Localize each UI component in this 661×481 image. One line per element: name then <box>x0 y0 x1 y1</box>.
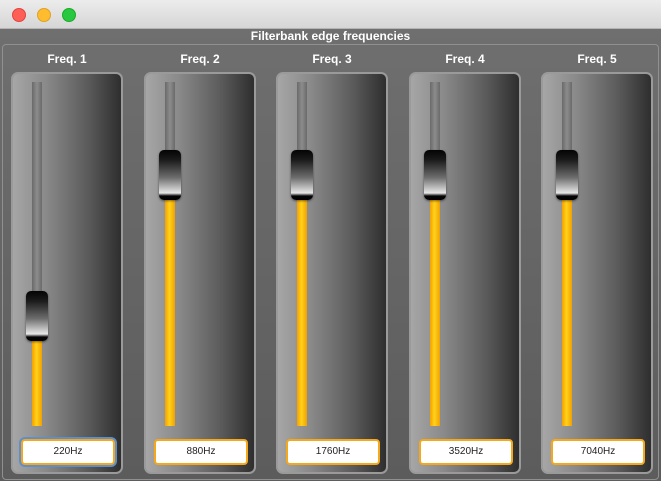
channel-label: Freq. 3 <box>312 52 352 66</box>
slider-handle[interactable] <box>424 150 446 200</box>
channel-label: Freq. 2 <box>180 52 220 66</box>
channel-freq-1: Freq. 1 220Hz <box>11 29 123 481</box>
slider-fill <box>430 196 440 426</box>
channel-freq-4: Freq. 4 3520Hz <box>409 29 521 481</box>
zoom-window-button[interactable] <box>62 8 76 22</box>
slider-strip: 880Hz <box>144 72 256 474</box>
slider-handle[interactable] <box>291 150 313 200</box>
slider-strip: 1760Hz <box>276 72 388 474</box>
slider-fill <box>32 337 42 426</box>
frequency-value-field[interactable]: 880Hz <box>154 439 248 465</box>
slider-strip: 3520Hz <box>409 72 521 474</box>
slider-fill <box>297 196 307 426</box>
close-window-button[interactable] <box>12 8 26 22</box>
slider-strip: 7040Hz <box>541 72 653 474</box>
channel-label: Freq. 1 <box>47 52 87 66</box>
frequency-value-field[interactable]: 220Hz <box>21 439 115 465</box>
channel-label: Freq. 5 <box>577 52 617 66</box>
frequency-value-field[interactable]: 7040Hz <box>551 439 645 465</box>
slider-handle[interactable] <box>159 150 181 200</box>
slider-handle[interactable] <box>556 150 578 200</box>
content-area: Filterbank edge frequencies Freq. 1 220H… <box>0 29 661 481</box>
minimize-window-button[interactable] <box>37 8 51 22</box>
slider-strip: 220Hz <box>11 72 123 474</box>
slider-track[interactable] <box>562 82 572 426</box>
slider-handle[interactable] <box>26 291 48 341</box>
title-bar[interactable] <box>0 0 661 29</box>
frequency-value-field[interactable]: 1760Hz <box>286 439 380 465</box>
channel-label: Freq. 4 <box>445 52 485 66</box>
slider-fill <box>165 196 175 426</box>
app-window: Filterbank edge frequencies Freq. 1 220H… <box>0 0 661 481</box>
channel-freq-5: Freq. 5 7040Hz <box>541 29 653 481</box>
channel-freq-2: Freq. 2 880Hz <box>144 29 256 481</box>
slider-track[interactable] <box>297 82 307 426</box>
slider-track[interactable] <box>165 82 175 426</box>
frequency-value-field[interactable]: 3520Hz <box>419 439 513 465</box>
slider-track[interactable] <box>32 82 42 426</box>
slider-fill <box>562 196 572 426</box>
slider-track[interactable] <box>430 82 440 426</box>
channel-freq-3: Freq. 3 1760Hz <box>276 29 388 481</box>
